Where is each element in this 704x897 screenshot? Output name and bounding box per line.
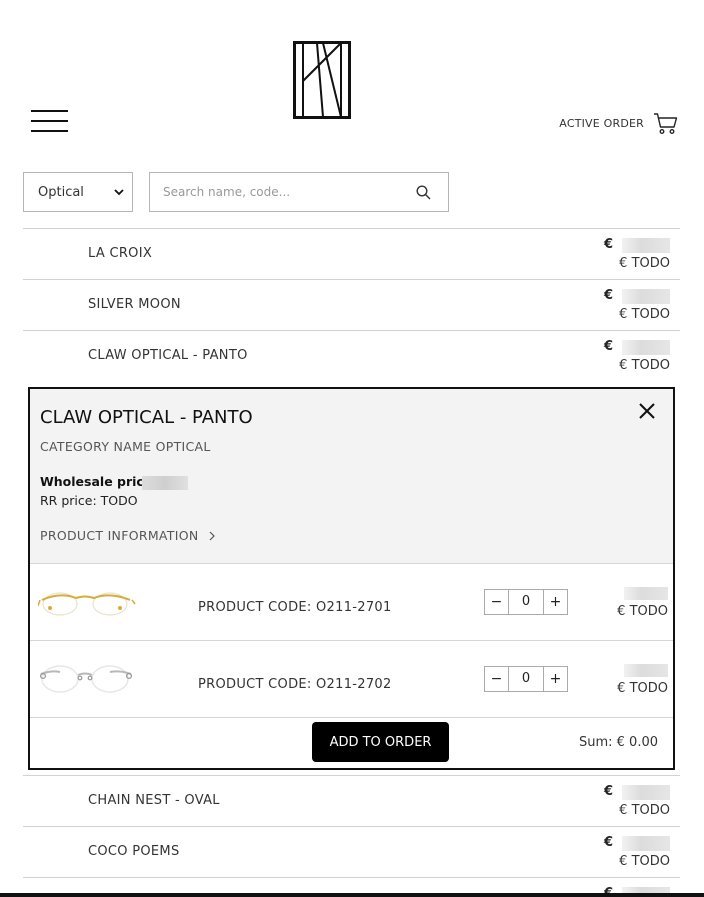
hamburger-menu-icon[interactable] [31,110,69,134]
product-row[interactable]: CLAW OPTICAL - PANTO € € TODO [23,330,680,381]
product-name: LA CROIX [88,246,153,261]
search-input[interactable] [163,173,413,211]
quantity-stepper[interactable]: − 0 + [484,666,568,692]
wholesale-price-label: Wholesale price: [40,474,158,489]
glasses-silver-image [39,665,133,693]
wholesale-price-blurred [624,587,668,600]
product-information-label: PRODUCT INFORMATION [40,528,199,543]
wholesale-price-blurred [622,836,670,851]
rr-price: € TODO [619,854,670,869]
wholesale-price-blurred [624,664,668,677]
product-price: € € TODO [590,833,670,873]
product-row[interactable]: COCO POEMS € € TODO [23,826,680,877]
wholesale-currency: € [603,288,613,303]
wholesale-currency: € [603,784,613,799]
product-name: COCO POEMS [88,844,180,859]
category-select[interactable]: Optical [23,172,133,212]
wholesale-price-blurred [622,238,670,253]
cart-icon [654,113,678,134]
product-row[interactable]: SILVER MOON € € TODO [23,279,680,330]
wholesale-price-blurred [622,289,670,304]
product-price: € € TODO [590,235,670,275]
add-to-order-button[interactable]: ADD TO ORDER [312,722,449,762]
product-price: € € TODO [590,782,670,822]
quantity-value[interactable]: 0 [509,667,543,691]
rr-price: € TODO [619,307,670,322]
product-code: PRODUCT CODE: O211-2701 [198,600,392,615]
product-name: CHAIN NEST - OVAL [88,793,220,808]
active-order-button[interactable]: ACTIVE ORDER [559,112,678,135]
product-row[interactable]: LA CROIX € € TODO [23,228,680,279]
active-order-label: ACTIVE ORDER [559,117,644,130]
product-price: € € TODO [590,286,670,326]
order-sum: Sum: € 0.00 [578,735,658,750]
variant-price: € TODO [608,586,668,626]
frame-gold [41,594,131,601]
wholesale-price-blurred [622,340,670,355]
product-detail-header: CLAW OPTICAL - PANTO CATEGORY NAME OPTIC… [30,389,673,564]
product-information-link[interactable]: PRODUCT INFORMATION [40,528,216,543]
product-category: CATEGORY NAME OPTICAL [40,439,211,454]
variant-row: PRODUCT CODE: O211-2701 − 0 + € TODO [30,564,673,641]
chevron-right-icon [209,531,215,540]
product-row[interactable]: CHAIN NEST - OVAL € € TODO [23,775,680,826]
close-icon[interactable] [637,401,657,421]
rr-price: € TODO [619,358,670,373]
increase-quantity-button[interactable]: + [543,667,567,691]
wholesale-currency: € [603,237,613,252]
product-name: CLAW OPTICAL - PANTO [88,348,248,363]
logo-icon[interactable] [293,41,351,119]
decrease-quantity-button[interactable]: − [485,590,509,614]
rr-price: € TODO [617,681,668,696]
rr-price: € TODO [619,803,670,818]
product-detail-title: CLAW OPTICAL - PANTO [40,407,253,428]
quantity-value[interactable]: 0 [509,590,543,614]
variant-row: PRODUCT CODE: O211-2702 − 0 + € TODO [30,641,673,718]
bottom-edge-bar [0,893,704,897]
product-name: SILVER MOON [88,297,181,312]
wholesale-currency: € [603,339,613,354]
glasses-gold-image [38,592,136,616]
product-detail-panel: CLAW OPTICAL - PANTO CATEGORY NAME OPTIC… [28,387,675,770]
category-selected-value: Optical [38,184,84,200]
quantity-stepper[interactable]: − 0 + [484,589,568,615]
wholesale-currency: € [603,835,613,850]
product-code: PRODUCT CODE: O211-2702 [198,677,392,692]
rr-price: € TODO [617,604,668,619]
decrease-quantity-button[interactable]: − [485,667,509,691]
increase-quantity-button[interactable]: + [543,590,567,614]
wholesale-price-blurred [622,785,670,800]
search-icon[interactable] [416,185,431,200]
rr-price-label: RR price: TODO [40,493,138,508]
wholesale-price-blurred [142,476,188,490]
product-price: € € TODO [590,337,670,377]
variant-price: € TODO [608,663,668,703]
rr-price: € TODO [619,256,670,271]
chevron-down-icon [114,189,124,196]
search-box[interactable] [149,172,449,212]
